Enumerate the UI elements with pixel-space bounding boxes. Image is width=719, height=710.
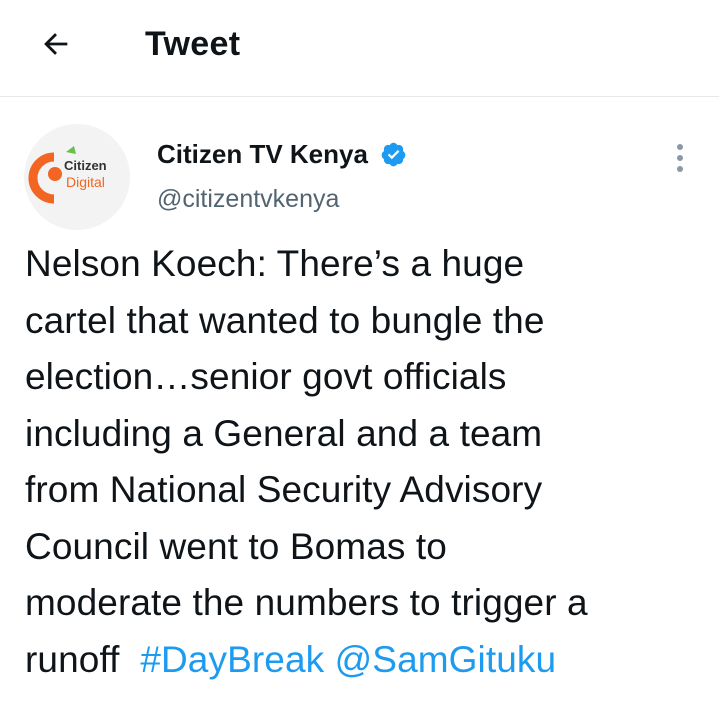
user-handle[interactable]: @citizentvkenya: [157, 182, 339, 216]
tweet-line: from National Security Advisory: [25, 469, 543, 510]
avatar-text-citizen: Citizen: [64, 158, 107, 173]
display-name[interactable]: Citizen TV Kenya: [157, 136, 368, 172]
verified-badge-icon: [382, 142, 406, 166]
tweet-line: including a General and a team: [25, 412, 543, 454]
avatar[interactable]: Citizen Digital: [24, 124, 130, 230]
more-vertical-icon: [677, 144, 683, 172]
back-button[interactable]: [34, 22, 78, 66]
tweet-line: moderate the numbers to trigger a: [25, 582, 588, 623]
more-options-button[interactable]: [660, 138, 700, 178]
tweet-line-last: runoff #DayBreak @SamGituku: [25, 632, 715, 689]
tweet-line: election…senior govt officials: [25, 356, 507, 397]
arrow-left-icon: [44, 33, 68, 55]
tweet-line: Council went to Bomas to: [25, 525, 447, 567]
page-title: Tweet: [145, 25, 241, 63]
tweet-text: Nelson Koech: There’s a huge cartel that…: [25, 236, 715, 688]
hashtag-link[interactable]: #DayBreak: [140, 639, 324, 680]
avatar-text-digital: Digital: [66, 174, 105, 190]
citizen-digital-logo: Citizen Digital: [28, 146, 107, 204]
tweet-line: Nelson Koech: There’s a huge: [25, 243, 525, 284]
author-info: Citizen TV Kenya: [157, 136, 407, 172]
tweet-line: cartel that wanted to bungle the: [25, 299, 545, 341]
top-app-bar: Tweet: [0, 0, 719, 97]
mention-link[interactable]: @SamGituku: [335, 639, 557, 680]
tweet-line-text: runoff: [25, 638, 120, 680]
